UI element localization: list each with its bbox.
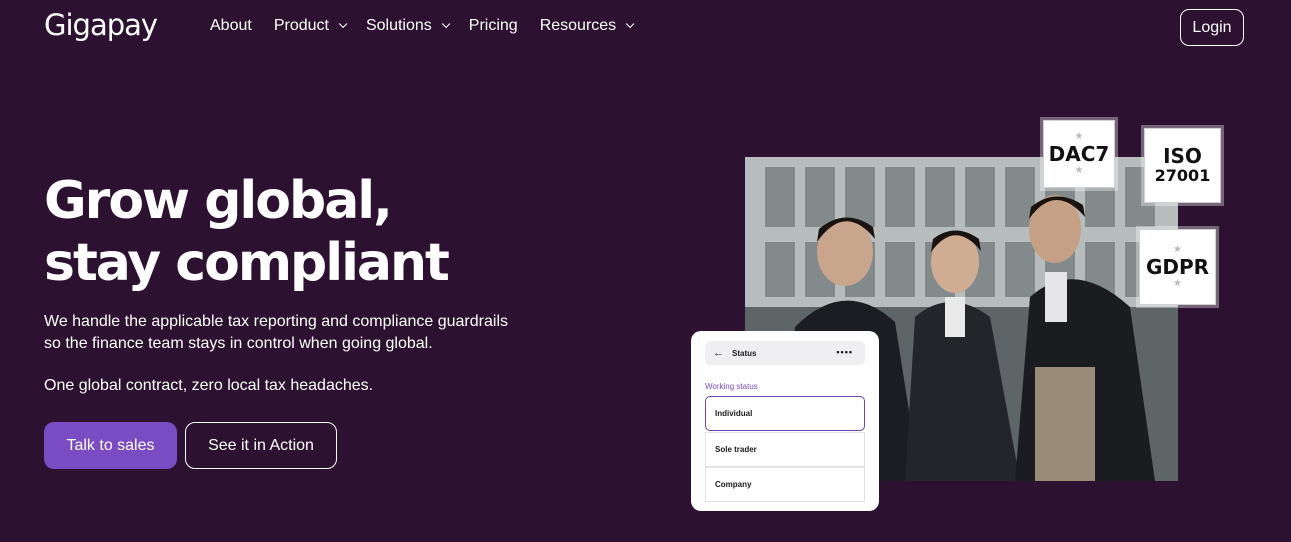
hero-title: Grow global, stay compliant <box>44 170 604 294</box>
star-icon: ★ <box>1074 131 1084 142</box>
nav-item-product[interactable]: Product <box>273 17 348 35</box>
hero-description: We handle the applicable tax reporting a… <box>44 313 508 352</box>
nav-label: Solutions <box>365 17 432 34</box>
star-icon: ★ <box>1173 244 1182 255</box>
see-it-in-action-button[interactable]: See it in Action <box>185 422 337 469</box>
nav-label: Pricing <box>468 17 518 34</box>
hero-title-line-1: Grow global, <box>44 171 393 231</box>
chevron-down-icon <box>626 19 635 29</box>
option-company[interactable]: Company <box>705 467 865 502</box>
more-options-icon[interactable]: •••• <box>836 347 853 357</box>
nav-label: About <box>210 17 252 34</box>
star-icon: ★ <box>1173 278 1182 289</box>
gigapay-logo[interactable]: Gigapay <box>44 8 158 42</box>
option-sole-trader[interactable]: Sole trader <box>705 432 865 467</box>
option-label: Sole trader <box>715 445 757 454</box>
hero-tagline: One global contract, zero local tax head… <box>44 377 374 394</box>
main-nav: About Product Solutions Pricing Resource… <box>210 17 653 35</box>
nav-label: Resources <box>539 17 617 34</box>
option-label: Individual <box>715 409 753 418</box>
nav-label: Product <box>273 17 329 34</box>
nav-item-pricing[interactable]: Pricing <box>469 17 518 35</box>
working-status-label: Working status <box>705 382 758 391</box>
dac7-badge: ★ DAC7 ★ <box>1043 120 1115 188</box>
nav-item-about[interactable]: About <box>210 17 252 35</box>
hero-title-line-2: stay compliant <box>44 233 450 293</box>
iso-number: 27001 <box>1154 165 1211 185</box>
nav-item-resources[interactable]: Resources <box>539 17 635 35</box>
gdpr-badge: ★ GDPR ★ <box>1139 229 1216 305</box>
iso-27001-badge: ISO 27001 <box>1144 128 1221 203</box>
dac7-label: DAC7 <box>1048 142 1110 166</box>
status-card-header: ← Status •••• <box>705 341 865 365</box>
option-individual[interactable]: Individual <box>705 396 865 431</box>
chevron-down-icon <box>441 19 451 29</box>
status-card: ← Status •••• Working status Individual … <box>691 331 879 511</box>
back-arrow-icon[interactable]: ← <box>713 347 724 359</box>
star-icon: ★ <box>1074 165 1084 176</box>
iso-label: ISO <box>1163 143 1202 168</box>
option-label: Company <box>715 480 752 489</box>
talk-to-sales-button[interactable]: Talk to sales <box>44 422 177 469</box>
nav-item-solutions[interactable]: Solutions <box>365 17 451 35</box>
chevron-down-icon <box>338 19 348 29</box>
gdpr-label: GDPR <box>1145 255 1210 279</box>
site-header: Gigapay About Product Solutions Pricing … <box>0 0 1291 54</box>
status-card-title: Status <box>732 348 757 358</box>
login-button[interactable]: Login <box>1180 9 1244 46</box>
